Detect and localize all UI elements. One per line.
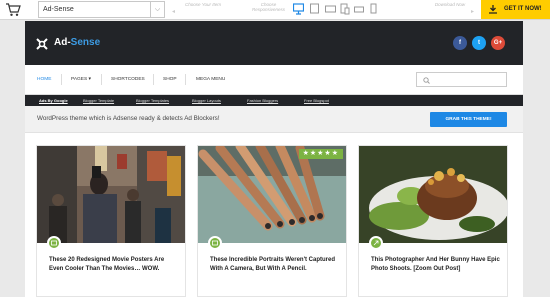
arrow-left-icon: ◂: [172, 9, 176, 15]
chevron-down-icon: ⌵: [150, 2, 164, 17]
logo-prefix: Ad-: [54, 37, 71, 48]
theme-select-value: Ad-Sense: [43, 6, 74, 13]
logo-accent: Sense: [70, 37, 101, 48]
post-format-badge: [369, 236, 383, 250]
secondary-nav: Ads By Google Blogger Template Blogger T…: [25, 95, 523, 106]
tablet-portrait-icon[interactable]: [339, 3, 350, 15]
theme-preview: Ad-Sense f t G+ HOME PAGES ▾ SHORTCODES …: [25, 21, 523, 297]
caret-down-icon: ▾: [88, 77, 91, 82]
subnav-link[interactable]: Blogger Templates: [136, 98, 169, 103]
nav-divider: [185, 74, 186, 85]
post-thumbnail[interactable]: [359, 146, 507, 243]
promo-text: WordPress theme which is Adsense ready &…: [37, 115, 220, 122]
twitter-icon[interactable]: t: [472, 36, 486, 50]
download-hint: Download Now: [434, 2, 466, 7]
subnav-link[interactable]: Blogger Layouts: [192, 98, 221, 103]
nav-shop[interactable]: SHOP: [163, 77, 177, 82]
post-card[interactable]: ★★★★★ These Incredible Portraits Weren't…: [197, 145, 347, 297]
search-input[interactable]: [416, 72, 507, 87]
phone-landscape-icon[interactable]: [354, 3, 365, 15]
choose-responsive-hint: Choose Responsiveness: [251, 2, 286, 12]
get-it-now-button[interactable]: GET IT NOW!: [481, 0, 550, 19]
laptop-icon[interactable]: [309, 3, 320, 15]
nav-mega-menu[interactable]: MEGA MENU: [196, 77, 225, 82]
main-nav: HOME PAGES ▾ SHORTCODES SHOP MEGA MENU: [25, 65, 523, 95]
search-icon: [423, 77, 430, 84]
post-format-badge: [47, 236, 61, 250]
image-icon: [212, 240, 218, 246]
choose-theme-hint: Choose Your Item: [185, 2, 221, 7]
arrow-right-icon: ▸: [471, 9, 475, 15]
nav-home[interactable]: HOME: [37, 77, 51, 82]
post-title[interactable]: These Incredible Portraits Weren't Captu…: [210, 256, 340, 274]
theme-select[interactable]: Ad-Sense ⌵: [38, 1, 165, 18]
nav-divider: [101, 74, 102, 85]
promo-bar: WordPress theme which is Adsense ready &…: [25, 106, 523, 133]
post-format-badge: [208, 236, 222, 250]
nav-pages[interactable]: PAGES ▾: [71, 77, 91, 82]
post-card[interactable]: This Photographer And Her Bunny Have Epi…: [358, 145, 508, 297]
desktop-icon[interactable]: [293, 3, 304, 15]
tablet-landscape-icon[interactable]: [325, 3, 336, 15]
phone-portrait-icon[interactable]: [368, 3, 379, 15]
site-header: Ad-Sense f t G+: [25, 21, 523, 65]
nav-shortcodes[interactable]: SHORTCODES: [111, 77, 145, 82]
nav-divider: [61, 74, 62, 85]
post-card[interactable]: These 20 Redesigned Movie Posters Are Ev…: [36, 145, 186, 297]
subnav-link[interactable]: Free Blogspot: [304, 98, 329, 103]
post-thumbnail[interactable]: [198, 146, 346, 243]
nav-pages-label: PAGES: [71, 77, 88, 82]
preview-toolbar: Ad-Sense ⌵ ◂ Choose Your Item Choose Res…: [0, 0, 550, 20]
download-icon: [489, 5, 497, 14]
post-thumbnail[interactable]: [37, 146, 185, 243]
google-plus-icon[interactable]: G+: [491, 36, 505, 50]
link-icon: [373, 240, 379, 246]
get-it-now-label: GET IT NOW!: [504, 6, 542, 12]
rating-stars: ★★★★★: [298, 149, 343, 159]
image-icon: [51, 240, 57, 246]
grab-theme-button[interactable]: GRAB THIS THEME!: [430, 112, 507, 127]
subnav-link[interactable]: Fashion Bloggers: [247, 98, 278, 103]
cart-icon[interactable]: [5, 2, 21, 17]
post-title[interactable]: This Photographer And Her Bunny Have Epi…: [371, 256, 501, 274]
nav-divider: [153, 74, 154, 85]
subnav-link[interactable]: Ads By Google: [39, 98, 68, 103]
facebook-icon[interactable]: f: [453, 36, 467, 50]
subnav-link[interactable]: Blogger Template: [83, 98, 114, 103]
logo-icon: [36, 38, 48, 50]
post-title[interactable]: These 20 Redesigned Movie Posters Are Ev…: [49, 256, 179, 274]
